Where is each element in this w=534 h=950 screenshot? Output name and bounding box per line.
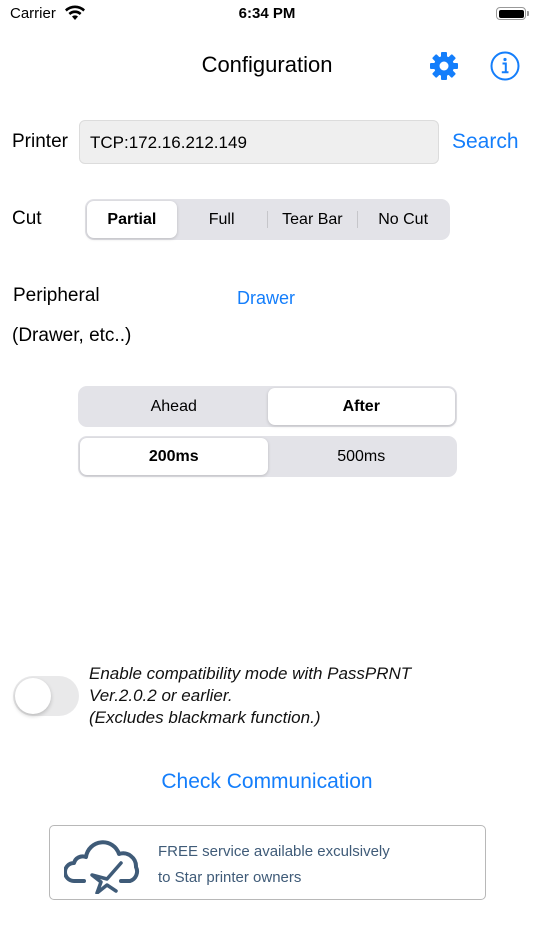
compatibility-line: Ver.2.0.2 or earlier. — [89, 686, 233, 705]
printer-label: Printer — [12, 131, 68, 152]
compatibility-description: Enable compatibility mode with PassPRNT … — [89, 663, 411, 729]
banner-line: FREE service available exculsively — [158, 843, 390, 860]
cut-segmented-control: Partial Full Tear Bar No Cut — [85, 199, 450, 240]
check-communication-button[interactable]: Check Communication — [0, 770, 534, 794]
peripheral-sublabel: (Drawer, etc..) — [12, 325, 132, 346]
cut-option-full[interactable]: Full — [177, 201, 267, 238]
drawer-timing-control: Ahead After — [78, 386, 457, 427]
timing-option-after[interactable]: After — [267, 388, 455, 425]
compatibility-toggle[interactable] — [13, 676, 79, 716]
duration-option-500ms[interactable]: 500ms — [268, 438, 456, 475]
clock: 6:34 PM — [238, 5, 296, 22]
duration-option-200ms[interactable]: 200ms — [80, 438, 268, 475]
printer-address-field[interactable]: TCP:172.16.212.149 — [79, 120, 439, 164]
compatibility-line: Enable compatibility mode with PassPRNT — [89, 664, 412, 683]
peripheral-label: Peripheral — [13, 285, 100, 306]
info-icon[interactable] — [489, 50, 521, 82]
drawer-duration-control: 200ms 500ms — [78, 436, 457, 477]
timing-option-ahead[interactable]: Ahead — [80, 388, 268, 425]
star-service-banner[interactable]: FREE service available exculsively to St… — [49, 825, 486, 900]
cut-option-partial[interactable]: Partial — [87, 201, 177, 238]
compatibility-line: (Excludes blackmark function.) — [89, 708, 321, 727]
battery-icon — [496, 7, 529, 20]
cloud-star-icon — [64, 840, 140, 894]
drawer-button[interactable]: Drawer — [237, 288, 295, 309]
cut-option-no-cut[interactable]: No Cut — [358, 201, 448, 238]
toggle-knob — [15, 678, 51, 714]
cut-label: Cut — [12, 208, 42, 229]
banner-line: to Star printer owners — [158, 869, 302, 886]
gear-icon[interactable] — [428, 50, 460, 82]
search-button[interactable]: Search — [452, 130, 519, 154]
status-bar: Carrier 6:34 PM — [0, 0, 534, 30]
cut-option-tear-bar[interactable]: Tear Bar — [268, 201, 358, 238]
